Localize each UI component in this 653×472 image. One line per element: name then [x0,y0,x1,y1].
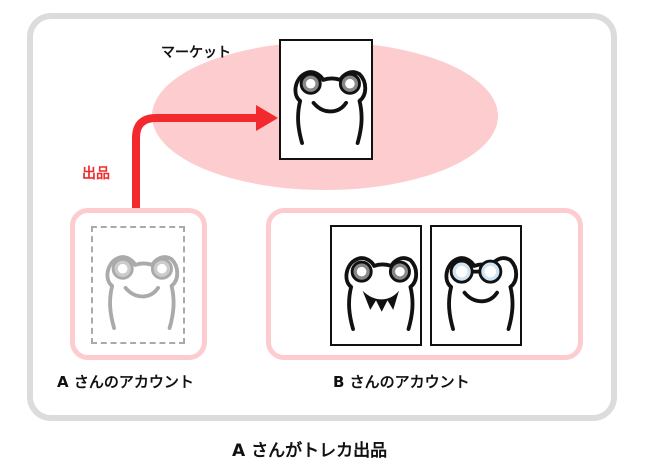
market-card [279,39,373,160]
frog-card-icon [293,70,368,145]
frog-card-icon [105,255,180,330]
account-b-label: B さんのアカウント [333,373,470,391]
account-a-label: A さんのアカウント [57,373,194,391]
account-b-card-2 [430,225,522,346]
sell-label: 出品 [82,166,110,182]
frog-card-fanged-icon [344,256,419,331]
account-b-card-1 [330,225,422,346]
frog-card-glasses-icon [444,256,519,331]
listed-card-ghost [91,226,185,344]
diagram-caption: A さんがトレカ出品 [232,441,388,461]
account-b-box [266,208,583,360]
market-label: マーケット [161,45,231,61]
